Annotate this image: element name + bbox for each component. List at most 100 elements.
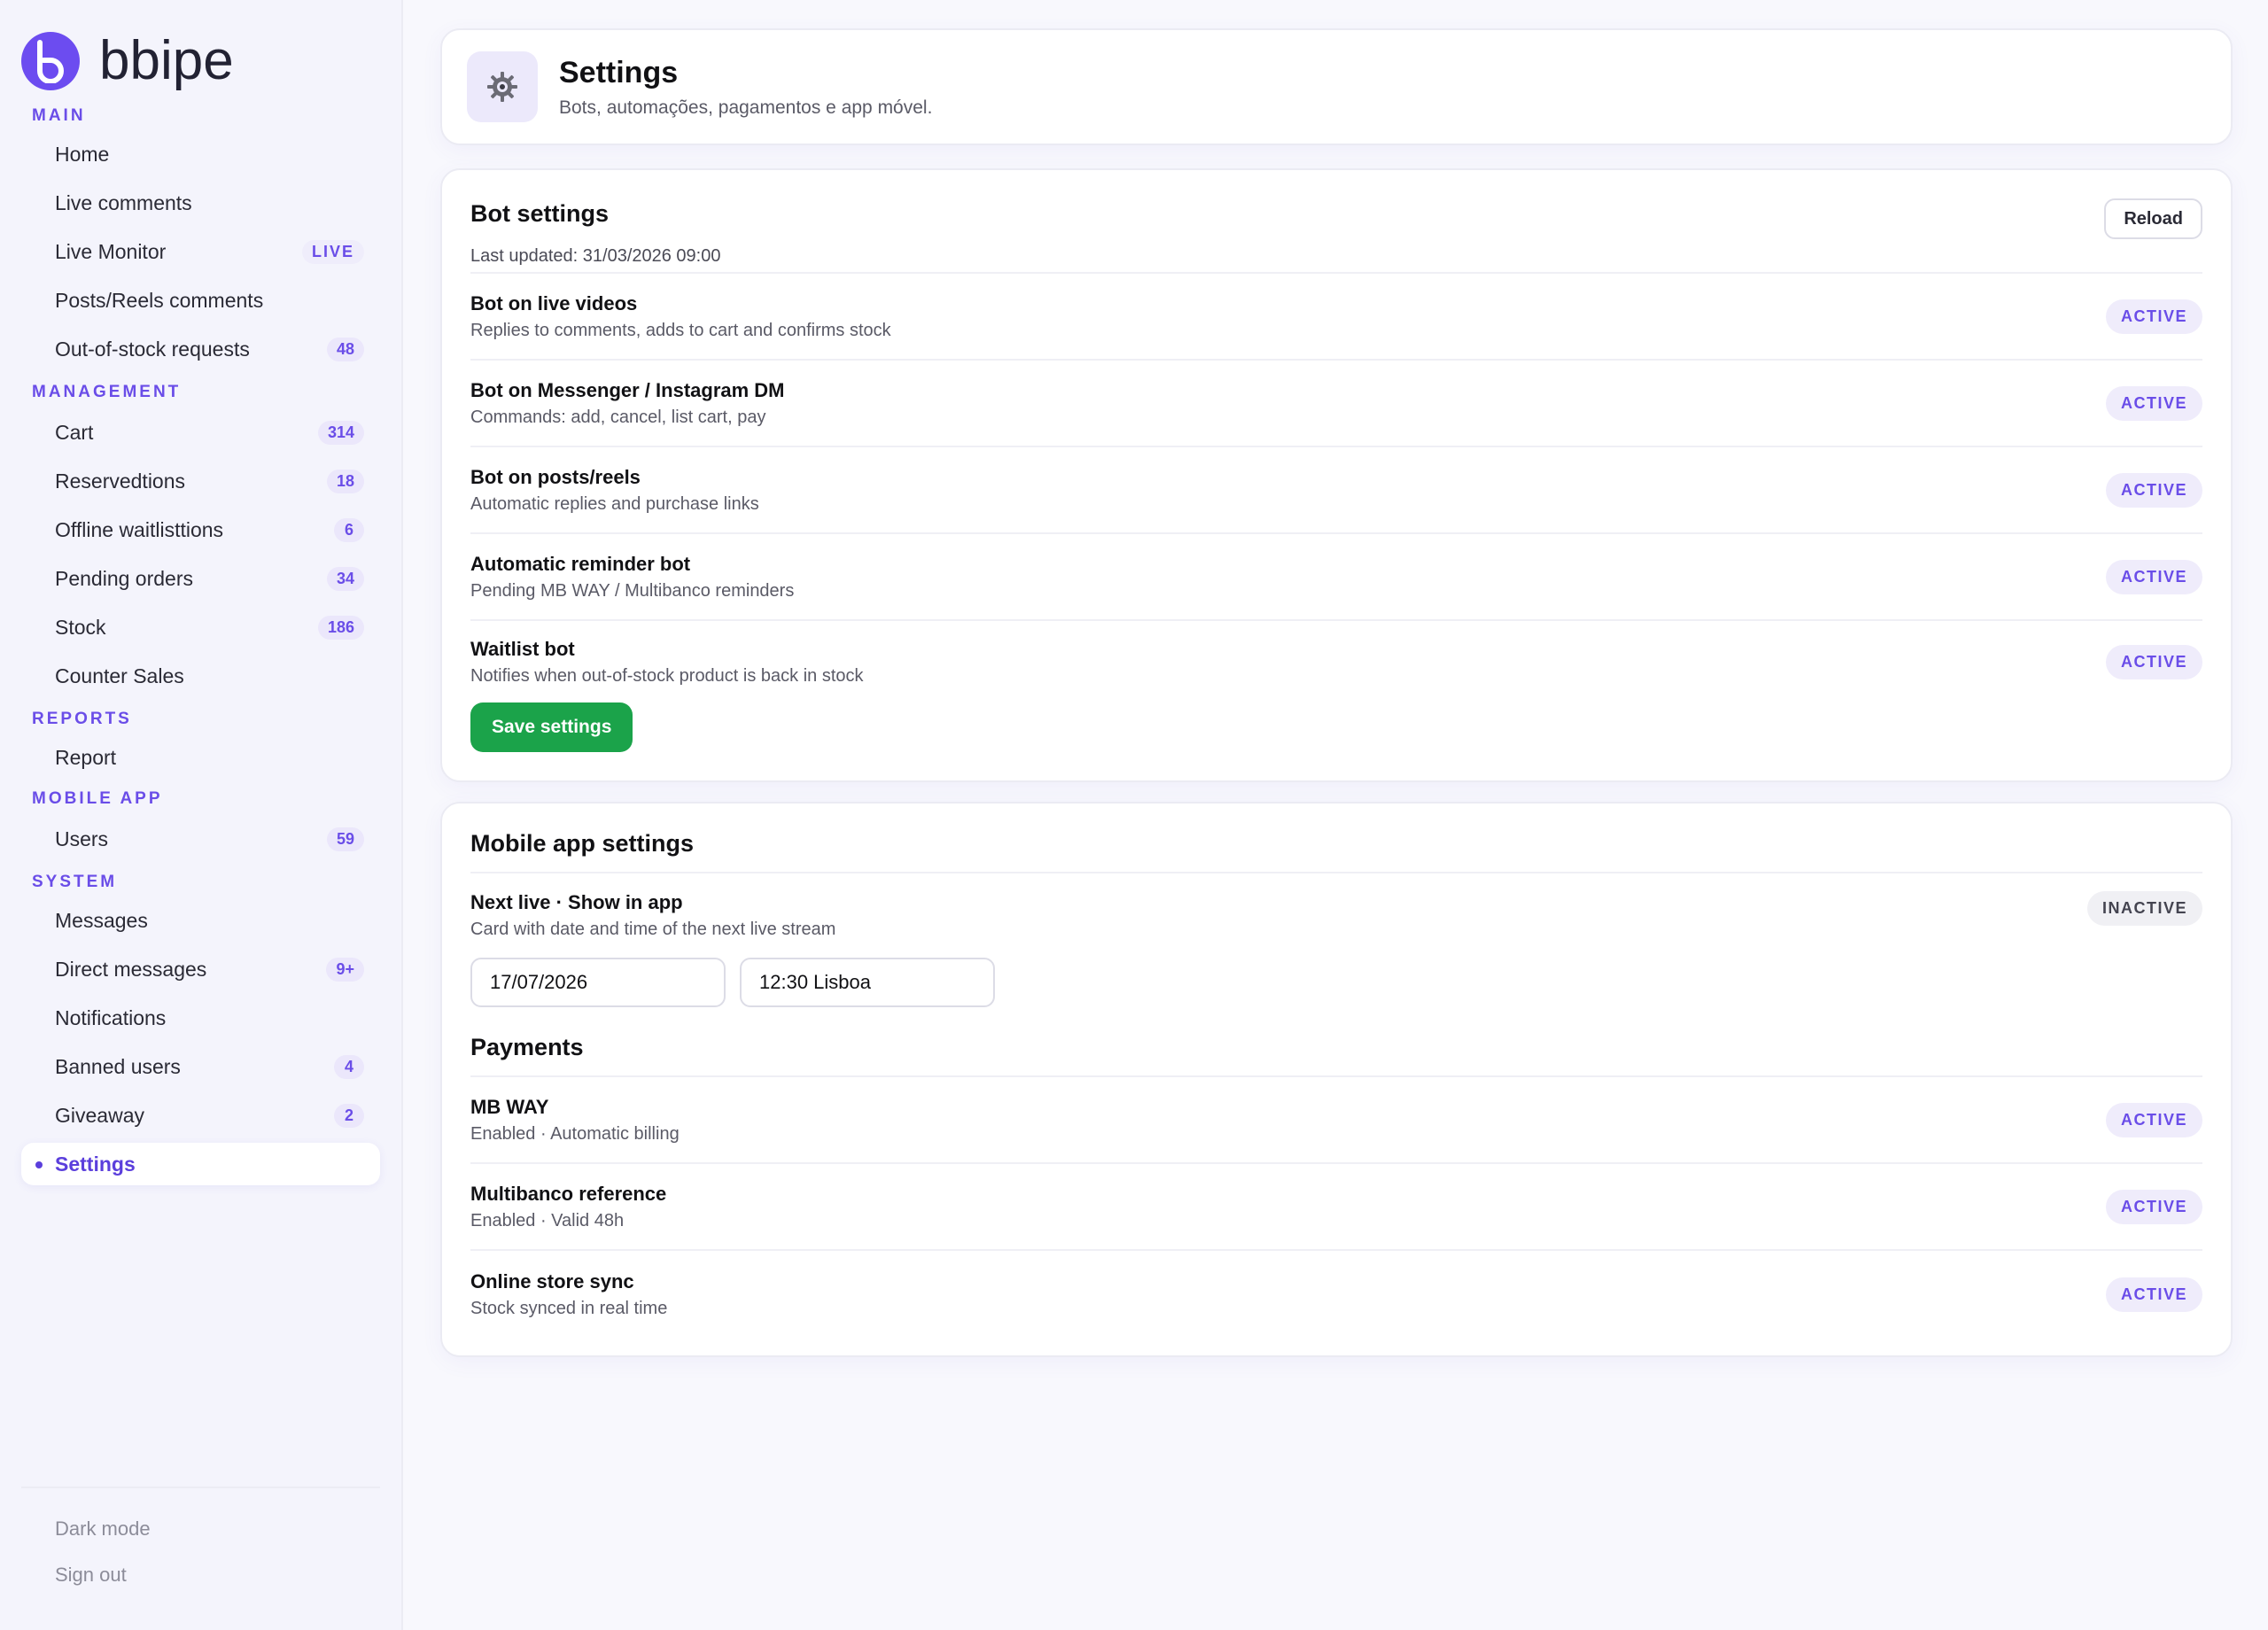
sidebar-item-label: Out-of-stock requests (55, 337, 250, 361)
brand[interactable]: bbipe (21, 30, 380, 92)
bot-settings-card: Bot settings Reload Last updated: 31/03/… (440, 168, 2233, 782)
nav: MAIN Home Live comments Live Monitor LIVE… (21, 103, 380, 1185)
next-live-time-input[interactable] (740, 958, 995, 1007)
sidebar-item-label: Settings (55, 1152, 136, 1176)
sidebar-item-label: Counter Sales (55, 664, 184, 687)
reload-button[interactable]: Reload (2104, 198, 2202, 239)
setting-title: Bot on live videos (470, 291, 638, 314)
setting-title: Multibanco reference (470, 1182, 667, 1205)
payments-title: Payments (470, 1034, 2202, 1077)
sidebar-item-label: Reservedtions (55, 469, 186, 493)
sidebar-item-stock[interactable]: Stock 186 (21, 606, 380, 648)
setting-title: Automatic reminder bot (470, 552, 691, 575)
sign-out-button[interactable]: Sign out (21, 1552, 380, 1598)
sidebar-item-settings[interactable]: Settings (21, 1143, 380, 1185)
sidebar-item-users[interactable]: Users 59 (21, 818, 380, 860)
nav-section-management: MANAGEMENT (32, 383, 182, 401)
brand-logo-icon (21, 32, 80, 90)
page-subtitle: Bots, automações, pagamentos e app móvel… (559, 97, 933, 118)
sidebar-item-out-of-stock-requests[interactable]: Out-of-stock requests 48 (21, 328, 380, 370)
setting-row-bot-messenger: Bot on Messenger / Instagram DM Commands:… (470, 359, 2202, 446)
count-badge: 34 (326, 566, 364, 591)
payment-row-mbway: MB WAY Enabled · Automatic billing ACTIVE (470, 1077, 2202, 1164)
status-toggle[interactable]: ACTIVE (2105, 385, 2202, 421)
nav-section-mobile-app: MOBILE APP (32, 789, 163, 808)
nav-section-system: SYSTEM (32, 873, 118, 891)
last-updated-text: Last updated: 31/03/2026 09:00 (470, 246, 721, 266)
nav-section-main: MAIN (32, 106, 86, 125)
payment-row-multibanco: Multibanco reference Enabled · Valid 48h … (470, 1164, 2202, 1251)
status-toggle[interactable]: ACTIVE (2105, 1277, 2202, 1312)
setting-row-waitlist-bot: Waitlist bot Notifies when out-of-stock p… (470, 619, 2202, 702)
setting-row-bot-live-videos: Bot on live videos Replies to comments, a… (470, 272, 2202, 359)
setting-title: Bot on posts/reels (470, 465, 641, 488)
next-live-inputs (470, 958, 2202, 1007)
setting-desc: Pending MB WAY / Multibanco reminders (470, 580, 795, 601)
page-header: Settings Bots, automações, pagamentos e … (440, 28, 2233, 145)
status-toggle[interactable]: INACTIVE (2086, 891, 2202, 926)
setting-desc: Card with date and time of the next live… (470, 920, 836, 939)
sidebar-item-live-monitor[interactable]: Live Monitor LIVE (21, 230, 380, 273)
sidebar-item-label: Live comments (55, 190, 192, 214)
sidebar-item-label: Live Monitor (55, 239, 167, 263)
status-toggle[interactable]: ACTIVE (2105, 644, 2202, 679)
sidebar-item-giveaway[interactable]: Giveaway 2 (21, 1094, 380, 1137)
sidebar-item-offline-waitlist[interactable]: Offline waitlisttions 6 (21, 508, 380, 551)
sidebar-item-live-comments[interactable]: Live comments (21, 182, 380, 224)
count-badge: 9+ (326, 957, 364, 982)
setting-row-reminder-bot: Automatic reminder bot Pending MB WAY / M… (470, 532, 2202, 619)
sidebar-item-label: Giveaway (55, 1103, 144, 1127)
sidebar-item-posts-reels-comments[interactable]: Posts/Reels comments (21, 279, 380, 322)
setting-desc: Commands: add, cancel, list cart, pay (470, 407, 766, 427)
mobile-app-settings-card: Mobile app settings Next live · Show in … (440, 802, 2233, 1357)
count-badge: 186 (317, 615, 364, 640)
save-settings-button[interactable]: Save settings (470, 702, 633, 752)
sidebar-item-reservations[interactable]: Reservedtions 18 (21, 460, 380, 502)
sidebar: bbipe MAIN Home Live comments Live Monit… (0, 0, 403, 1630)
sidebar-item-direct-messages[interactable]: Direct messages 9+ (21, 948, 380, 990)
status-toggle[interactable]: ACTIVE (2105, 1102, 2202, 1137)
sidebar-item-label: Direct messages (55, 957, 207, 981)
sidebar-item-label: Notifications (55, 1005, 167, 1029)
active-indicator (35, 1161, 43, 1168)
next-live-date-input[interactable] (470, 958, 726, 1007)
sidebar-item-label: Home (55, 142, 110, 166)
sidebar-item-cart[interactable]: Cart 314 (21, 411, 380, 454)
setting-row-next-live: Next live · Show in app Card with date a… (470, 873, 2202, 940)
sidebar-item-label: Cart (55, 420, 94, 444)
setting-desc: Stock synced in real time (470, 1298, 668, 1318)
setting-title: MB WAY (470, 1095, 549, 1118)
setting-desc: Automatic replies and purchase links (470, 493, 759, 514)
sidebar-item-home[interactable]: Home (21, 133, 380, 175)
setting-desc: Notifies when out-of-stock product is ba… (470, 665, 864, 686)
live-badge: LIVE (301, 239, 364, 264)
sidebar-item-messages[interactable]: Messages (21, 899, 380, 942)
sidebar-item-label: Users (55, 827, 109, 850)
nav-section-reports: REPORTS (32, 710, 132, 728)
page-title: Settings (559, 55, 679, 89)
status-toggle[interactable]: ACTIVE (2105, 1189, 2202, 1224)
sidebar-item-label: Pending orders (55, 566, 193, 590)
sidebar-item-label: Messages (55, 908, 148, 932)
gear-icon (467, 51, 538, 122)
status-toggle[interactable]: ACTIVE (2105, 472, 2202, 508)
setting-desc: Replies to comments, adds to cart and co… (470, 320, 891, 340)
sidebar-item-pending-orders[interactable]: Pending orders 34 (21, 557, 380, 600)
status-toggle[interactable]: ACTIVE (2105, 299, 2202, 334)
sidebar-item-notifications[interactable]: Notifications (21, 997, 380, 1039)
sidebar-item-label: Report (55, 745, 117, 769)
sidebar-item-counter-sales[interactable]: Counter Sales (21, 655, 380, 697)
count-badge: 59 (326, 827, 364, 851)
count-badge: 314 (317, 420, 364, 445)
sidebar-item-label: Offline waitlisttions (55, 517, 224, 541)
sidebar-footer: Dark mode Sign out (21, 1486, 380, 1598)
sidebar-item-report[interactable]: Report (21, 736, 380, 779)
sidebar-item-label: Banned users (55, 1054, 181, 1078)
status-toggle[interactable]: ACTIVE (2105, 559, 2202, 594)
sidebar-item-banned-users[interactable]: Banned users 4 (21, 1045, 380, 1088)
payments-list: MB WAY Enabled · Automatic billing ACTIVE… (470, 1077, 2202, 1338)
dark-mode-toggle[interactable]: Dark mode (21, 1506, 380, 1552)
sidebar-item-label: Stock (55, 615, 106, 639)
brand-name: bbipe (99, 30, 234, 91)
setting-title: Bot on Messenger / Instagram DM (470, 378, 785, 401)
